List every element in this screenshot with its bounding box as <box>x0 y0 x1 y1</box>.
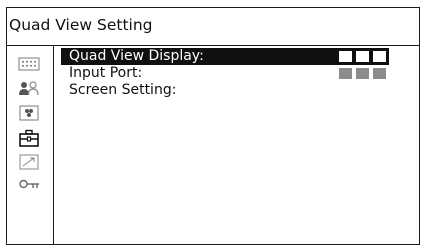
status-icon[interactable] <box>18 55 40 73</box>
chart-arrow-icon[interactable] <box>18 153 40 171</box>
menu-item-label: Input Port: <box>69 65 143 81</box>
camera-icon[interactable] <box>18 104 40 122</box>
menu-item-label: Quad View Display: <box>69 48 204 64</box>
value-placeholder-box <box>373 51 386 62</box>
value-placeholder-box <box>339 51 352 62</box>
menu-item-quad-view-display[interactable]: Quad View Display: <box>61 48 389 65</box>
value-placeholder-box <box>356 68 369 79</box>
value-placeholder-box <box>356 51 369 62</box>
menu-item-label: Screen Setting: <box>69 82 177 98</box>
title-divider <box>7 45 419 46</box>
sidebar-divider <box>53 45 54 244</box>
page-title: Quad View Setting <box>9 16 153 34</box>
menu-item-input-port[interactable]: Input Port: <box>61 65 389 82</box>
value-placeholder-box <box>339 68 352 79</box>
menu-item-screen-setting[interactable]: Screen Setting: <box>61 82 389 99</box>
input-port-value[interactable] <box>339 68 386 79</box>
toolbox-icon[interactable] <box>18 129 40 147</box>
quad-view-display-value[interactable] <box>339 51 386 62</box>
value-placeholder-box <box>373 68 386 79</box>
quad-view-setting-panel: Quad View Setting Quad View Display: Inp… <box>6 7 420 245</box>
users-icon[interactable] <box>18 80 40 98</box>
key-icon[interactable] <box>18 175 40 193</box>
